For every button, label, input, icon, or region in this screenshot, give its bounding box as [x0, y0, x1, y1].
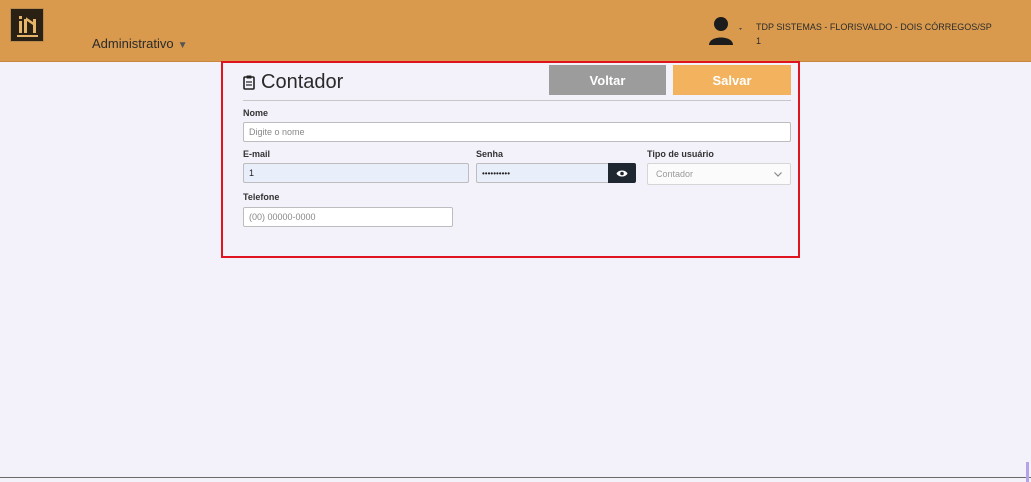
menu-label: Administrativo	[92, 36, 174, 51]
chevron-down-icon: ▼	[177, 40, 188, 51]
logo[interactable]	[10, 8, 44, 42]
top-navbar: Administrativo ▼ TDP SISTEMAS - FLORISVAL…	[0, 0, 1031, 62]
name-input[interactable]: Digite o nome	[243, 122, 791, 142]
page-title: Contador	[243, 71, 343, 94]
eye-icon	[616, 170, 628, 176]
name-placeholder: Digite o nome	[249, 127, 305, 137]
password-label: Senha	[476, 149, 504, 159]
caret-down-icon	[739, 28, 742, 30]
user-id: 1	[756, 36, 762, 46]
scrollbar-edge[interactable]	[1026, 462, 1029, 482]
page-title-text: Contador	[261, 71, 344, 93]
email-input[interactable]: 1	[243, 163, 469, 183]
phone-input[interactable]: (00) 00000-0000	[243, 207, 453, 227]
divider	[243, 100, 791, 101]
password-value: ••••••••••	[482, 168, 511, 178]
save-button[interactable]: Salvar	[673, 65, 791, 95]
user-icon	[709, 17, 742, 45]
contador-form-panel: Contador Voltar Salvar Nome Digite o nom…	[221, 61, 800, 258]
user-type-select[interactable]: Contador	[647, 163, 791, 185]
page-bottom-border	[0, 477, 1031, 478]
password-input[interactable]: ••••••••••	[476, 163, 609, 183]
phone-label: Telefone	[243, 192, 280, 202]
user-type-label: Tipo de usuário	[647, 149, 714, 159]
user-type-value: Contador	[656, 169, 694, 179]
user-menu[interactable]	[708, 16, 744, 46]
administrativo-menu[interactable]: Administrativo ▼	[92, 36, 188, 51]
user-info: TDP SISTEMAS - FLORISVALDO - DOIS CÓRREG…	[756, 20, 992, 48]
email-label: E-mail	[243, 149, 271, 159]
back-button[interactable]: Voltar	[549, 65, 666, 95]
phone-placeholder: (00) 00000-0000	[249, 212, 316, 222]
name-label: Nome	[243, 108, 269, 118]
toggle-password-button[interactable]	[608, 163, 636, 183]
email-value: 1	[249, 168, 255, 178]
company-name: TDP SISTEMAS - FLORISVALDO - DOIS CÓRREG…	[756, 22, 992, 32]
chevron-down-icon	[774, 171, 782, 177]
clipboard-icon	[243, 75, 255, 90]
